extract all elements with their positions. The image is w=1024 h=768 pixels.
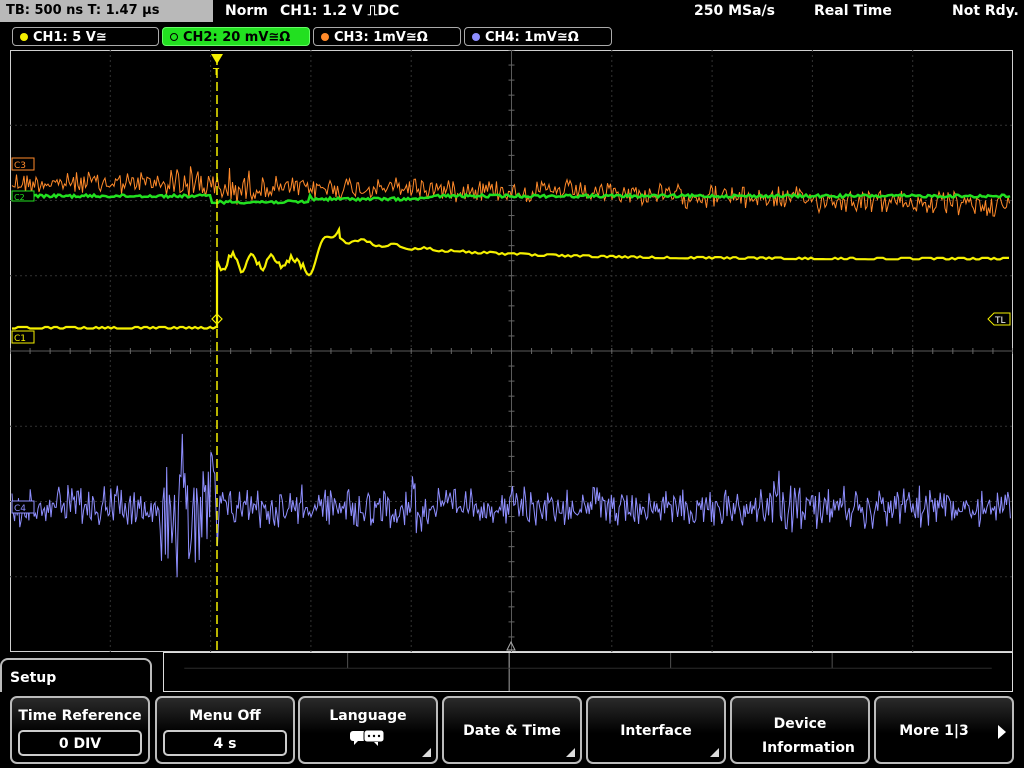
svg-text:TL: TL <box>994 316 1006 326</box>
tab-ch3[interactable]: CH3: 1mV≅Ω <box>313 27 461 46</box>
channel-tabs: CH1: 5 V≅ CH2: 20 mV≅Ω CH3: 1mV≅Ω CH4: 1… <box>0 24 1024 50</box>
tab-ch1[interactable]: CH1: 5 V≅ <box>12 27 159 46</box>
time-reference-label: Time Reference <box>18 708 142 724</box>
tab-ch2[interactable]: CH2: 20 mV≅Ω <box>162 27 310 46</box>
more-softkey[interactable]: More 1|3 <box>874 696 1014 764</box>
date-time-softkey[interactable]: Date & Time <box>442 696 582 764</box>
language-softkey[interactable]: Language <box>298 696 438 764</box>
date-time-label: Date & Time <box>463 723 561 739</box>
device-information-softkey[interactable]: Device Information <box>730 696 870 764</box>
status-bar: TB: 500 ns T: 1.47 µs Norm CH1: 1.2 V ⎍D… <box>0 0 1024 24</box>
submenu-corner-icon <box>710 748 719 757</box>
time-reference-value: 0 DIV <box>18 730 142 756</box>
submenu-corner-icon <box>422 748 431 757</box>
interface-softkey[interactable]: Interface <box>586 696 726 764</box>
next-page-arrow-icon <box>998 725 1006 739</box>
ch3-label: CH3: 1mV≅Ω <box>334 30 428 45</box>
trigger-t-icon: T <box>212 67 220 78</box>
svg-text:C1: C1 <box>14 334 26 344</box>
ch2-dot-icon <box>170 33 178 41</box>
menu-off-label: Menu Off <box>189 708 261 724</box>
submenu-corner-icon <box>566 748 575 757</box>
acquisition-mode: Real Time <box>814 3 892 19</box>
ch4-dot-icon <box>472 33 480 41</box>
ch3-marker[interactable]: C3 <box>11 157 35 171</box>
interface-label: Interface <box>620 723 692 739</box>
softkey-bar: Time Reference 0 DIV Menu Off 4 s Langua… <box>0 692 1024 768</box>
sample-rate: 250 MSa/s <box>694 3 776 19</box>
tab-ch4[interactable]: CH4: 1mV≅Ω <box>464 27 612 46</box>
language-label: Language <box>329 708 407 724</box>
ch1-dot-icon <box>20 33 28 41</box>
ch1-marker[interactable]: C1 <box>11 330 35 344</box>
ch2-label: CH2: 20 mV≅Ω <box>183 30 291 45</box>
svg-text:C4: C4 <box>14 504 26 514</box>
ch3-dot-icon <box>321 33 329 41</box>
ch2-marker[interactable]: C2 <box>11 190 35 202</box>
acquisition-state: Not Rdy. <box>952 3 1019 19</box>
waveform-display[interactable]: T C3 C2 C1 C4 TL <box>10 50 1013 652</box>
svg-text:C2: C2 <box>14 193 25 202</box>
timebase-readout[interactable]: TB: 500 ns T: 1.47 µs <box>0 0 213 22</box>
ch1-label: CH1: 5 V≅ <box>33 30 107 45</box>
device-information-label: Device Information <box>762 716 855 756</box>
overview-bar <box>163 652 1013 692</box>
ch4-label: CH4: 1mV≅Ω <box>485 30 579 45</box>
trigger-setting[interactable]: CH1: 1.2 V ⎍DC <box>280 0 399 22</box>
more-label: More 1|3 <box>899 723 969 739</box>
svg-text:C3: C3 <box>14 161 26 171</box>
time-reference-softkey[interactable]: Time Reference 0 DIV <box>10 696 150 764</box>
speech-bubble-icon <box>350 729 385 746</box>
menu-off-softkey[interactable]: Menu Off 4 s <box>155 696 295 764</box>
menu-off-value: 4 s <box>163 730 287 756</box>
trigger-mode[interactable]: Norm <box>225 0 268 22</box>
ch4-marker[interactable]: C4 <box>11 500 35 514</box>
